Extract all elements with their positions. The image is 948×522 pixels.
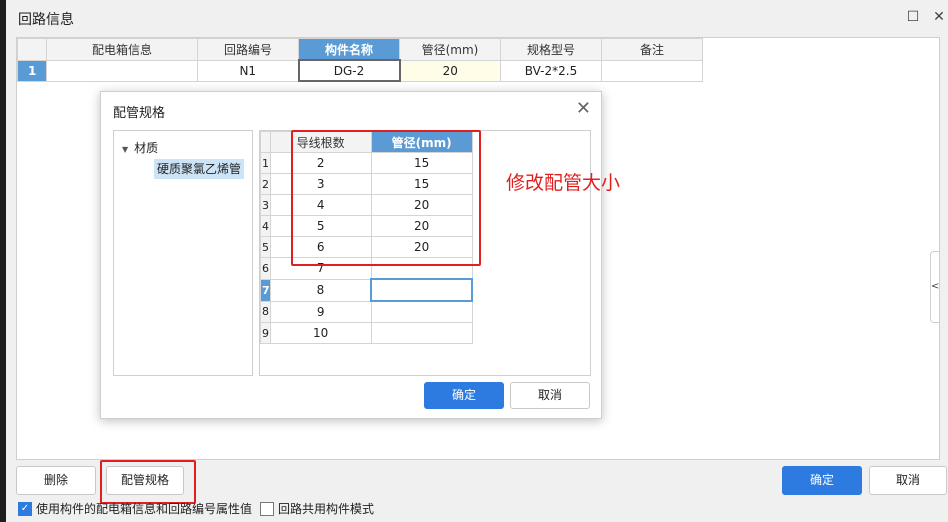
shared-component-mode-checkbox[interactable]: 回路共用构件模式 bbox=[260, 500, 374, 517]
highlight-box bbox=[291, 130, 481, 266]
table-row[interactable]: 78 bbox=[260, 278, 474, 302]
table-cell[interactable] bbox=[601, 59, 703, 82]
dialog-title: 配管规格 bbox=[113, 106, 166, 121]
row-number[interactable]: 9 bbox=[260, 322, 271, 344]
wire-count-cell[interactable]: 8 bbox=[269, 278, 372, 302]
maximize-icon[interactable]: ☐ bbox=[904, 8, 922, 26]
checkbox-label: 回路共用构件模式 bbox=[278, 502, 375, 516]
tree-node-pvc-pipe[interactable]: 硬质聚氯乙烯管 bbox=[154, 159, 245, 179]
table-row[interactable]: 89 bbox=[260, 300, 473, 323]
tree-node-label: 材质 bbox=[134, 141, 159, 155]
delete-button[interactable]: 删除 bbox=[16, 466, 96, 495]
column-header[interactable]: 管径(mm) bbox=[399, 38, 501, 61]
title-bar: 回路信息 ☐ ✕ bbox=[6, 0, 948, 36]
pipe-spec-dialog: 配管规格 ✕ ▼ 材质 硬质聚氯乙烯管 导线根数 管径(mm) 1 2 15 2 3 15… bbox=[100, 91, 602, 419]
corner-cell bbox=[17, 38, 47, 61]
confirm-button[interactable]: 确定 bbox=[782, 466, 862, 495]
table-cell[interactable]: BV-2*2.5 bbox=[500, 59, 602, 82]
cancel-button[interactable]: 取消 bbox=[869, 466, 947, 495]
tree-node-material[interactable]: ▼ 材质 bbox=[122, 139, 158, 156]
material-tree: ▼ 材质 硬质聚氯乙烯管 bbox=[113, 130, 253, 376]
close-icon[interactable]: ✕ bbox=[930, 8, 948, 26]
table-row[interactable]: 1 N1 DG-2 20 BV-2*2.5 bbox=[17, 59, 703, 82]
row-number-selected[interactable]: 7 bbox=[260, 278, 271, 302]
column-header[interactable]: 备注 bbox=[601, 38, 703, 61]
dialog-close-icon[interactable]: ✕ bbox=[576, 98, 591, 119]
row-number[interactable]: 4 bbox=[260, 215, 271, 237]
column-header-selected[interactable]: 构件名称 bbox=[298, 38, 400, 61]
checkbox-unchecked-icon[interactable] bbox=[260, 501, 274, 516]
table-cell[interactable]: 20 bbox=[399, 59, 501, 82]
table-cell[interactable]: N1 bbox=[197, 59, 299, 82]
window-title: 回路信息 bbox=[18, 12, 74, 28]
annotation-text: 修改配管大小 bbox=[506, 172, 621, 194]
caret-down-icon[interactable]: ▼ bbox=[122, 145, 128, 154]
dialog-cancel-button[interactable]: 取消 bbox=[510, 382, 590, 409]
dialog-confirm-button[interactable]: 确定 bbox=[424, 382, 504, 409]
table-cell[interactable] bbox=[46, 59, 198, 82]
row-number[interactable]: 1 bbox=[260, 152, 271, 174]
row-number[interactable]: 2 bbox=[260, 173, 271, 195]
column-header[interactable]: 规格型号 bbox=[500, 38, 602, 61]
row-number[interactable]: 1 bbox=[17, 59, 47, 82]
checkbox-checked-icon[interactable]: ✓ bbox=[18, 501, 32, 516]
corner-cell bbox=[260, 131, 271, 153]
side-expand-tab[interactable]: < bbox=[930, 251, 939, 323]
use-component-info-checkbox[interactable]: ✓ 使用构件的配电箱信息和回路编号属性值 bbox=[18, 500, 252, 517]
wire-count-cell[interactable]: 10 bbox=[269, 322, 372, 344]
row-number[interactable]: 6 bbox=[260, 257, 271, 280]
highlight-box bbox=[100, 460, 196, 504]
row-number[interactable]: 3 bbox=[260, 194, 271, 216]
column-header[interactable]: 回路编号 bbox=[197, 38, 299, 61]
diameter-cell[interactable] bbox=[370, 300, 473, 323]
wire-count-cell[interactable]: 9 bbox=[269, 300, 372, 323]
circuit-table: 配电箱信息 回路编号 构件名称 管径(mm) 规格型号 备注 1 N1 DG-2… bbox=[17, 38, 703, 82]
table-header-row: 配电箱信息 回路编号 构件名称 管径(mm) 规格型号 备注 bbox=[17, 38, 703, 61]
column-header[interactable]: 配电箱信息 bbox=[46, 38, 198, 61]
table-cell-current[interactable]: DG-2 bbox=[297, 59, 401, 82]
checkbox-label: 使用构件的配电箱信息和回路编号属性值 bbox=[36, 502, 253, 516]
diameter-cell-editing[interactable] bbox=[370, 278, 474, 302]
table-row[interactable]: 9 10 bbox=[260, 322, 473, 344]
row-number[interactable]: 8 bbox=[260, 300, 271, 323]
row-number[interactable]: 5 bbox=[260, 236, 271, 258]
diameter-cell[interactable] bbox=[370, 322, 473, 344]
